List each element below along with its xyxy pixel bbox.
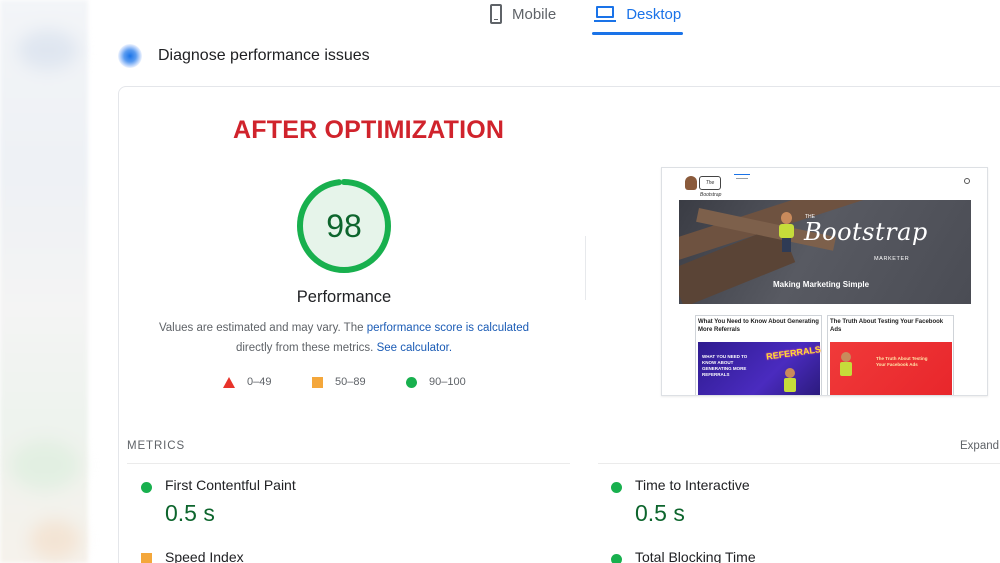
nav-line [736,178,748,179]
green-circle-icon [611,482,622,493]
page-screenshot-thumbnail: The Bootstrap THE Bootstrap MARKETER Mak… [661,167,988,396]
card-image: The Truth About Testing Your Facebook Ad… [830,342,952,395]
metric-speed-index: Speed Index [141,549,521,563]
laptop-icon [594,5,617,23]
legend-range-good: 90–100 [429,376,466,388]
performance-score-link[interactable]: performance score is calculated [367,322,529,334]
see-calculator-link[interactable]: See calculator. [377,342,452,354]
tab-mobile[interactable]: Mobile [488,0,558,28]
card-title: What You Need to Know About Generating M… [698,319,819,333]
thumbnail-navbar: The Bootstrap [662,168,987,198]
metric-name: First Contentful Paint [165,477,296,493]
hero-title: Bootstrap [804,218,928,246]
description-text-1: Values are estimated and may vary. The [158,322,367,334]
metrics-divider-left [127,463,570,464]
orange-square-icon [141,553,152,563]
metrics-divider-right [598,463,1000,464]
hero-marketer: MARKETER [874,256,910,262]
cartoon-character-illustration [784,368,796,394]
green-circle-icon [406,376,417,388]
card-title: The Truth About Testing Your Facebook Ad… [830,319,944,333]
tab-desktop-label: Desktop [626,5,682,23]
performance-description: Values are estimated and may vary. The p… [150,318,538,358]
green-circle-icon [611,554,622,563]
performance-gauge: 98 [295,177,393,275]
cartoon-character-illustration [779,212,794,254]
orange-square-icon [312,376,323,388]
metric-value: 0.5 s [635,500,685,526]
metric-name: Time to Interactive [635,477,750,493]
diagnose-header: Diagnose performance issues [118,44,370,68]
tab-desktop[interactable]: Desktop [592,0,684,35]
description-text-2: directly from these metrics. [235,342,377,354]
expand-view-button[interactable]: Expand [960,440,999,452]
device-tabs: Mobile Desktop [488,0,684,40]
tab-mobile-label: Mobile [512,5,557,23]
vertical-divider [585,236,586,300]
thumbnail-card-facebook-ads: The Truth About Testing Your Facebook Ad… [827,315,954,395]
diagnose-title: Diagnose performance issues [158,47,370,64]
performance-score: 98 [326,207,362,244]
legend-range-poor: 0–49 [247,376,272,388]
metric-name: Speed Index [165,549,244,563]
legend-item-poor: 0–49 [223,375,271,389]
legend-item-average: 50–89 [312,375,366,389]
avatar-icon [685,176,697,190]
hero-subtitle: Making Marketing Simple [773,280,870,289]
card-image: WHAT YOU NEED TO KNOW ABOUT GENERATING M… [698,342,822,395]
red-triangle-icon [223,376,235,388]
legend-item-good: 90–100 [406,375,466,389]
metric-first-contentful-paint: First Contentful Paint 0.5 s [141,477,521,527]
metric-time-to-interactive: Time to Interactive 0.5 s [611,477,991,527]
search-icon [964,178,970,184]
thumbnail-logo: The Bootstrap [699,176,721,198]
thumbnail-hero: THE Bootstrap MARKETER Making Marketing … [679,200,971,304]
card-badge: REFERRALS [765,344,822,362]
metrics-heading: METRICS [127,440,186,452]
overlay-title: AFTER OPTIMIZATION [233,116,505,144]
metric-value: 0.5 s [165,500,215,526]
blurred-background [0,0,88,563]
sparkle-icon [118,44,142,68]
cartoon-character-illustration [840,352,852,378]
card-image-text: The Truth About Testing Your Facebook Ad… [876,356,928,367]
card-image-text: WHAT YOU NEED TO KNOW ABOUT GENERATING M… [702,354,748,377]
mobile-phone-icon [490,4,502,24]
metric-name: Total Blocking Time [635,549,756,563]
performance-label: Performance [296,288,392,306]
green-circle-icon [141,482,152,493]
thumbnail-card-referrals: What You Need to Know About Generating M… [695,315,822,395]
metric-total-blocking-time: Total Blocking Time [611,549,991,563]
legend-range-average: 50–89 [335,376,366,388]
nav-underline [734,174,750,175]
